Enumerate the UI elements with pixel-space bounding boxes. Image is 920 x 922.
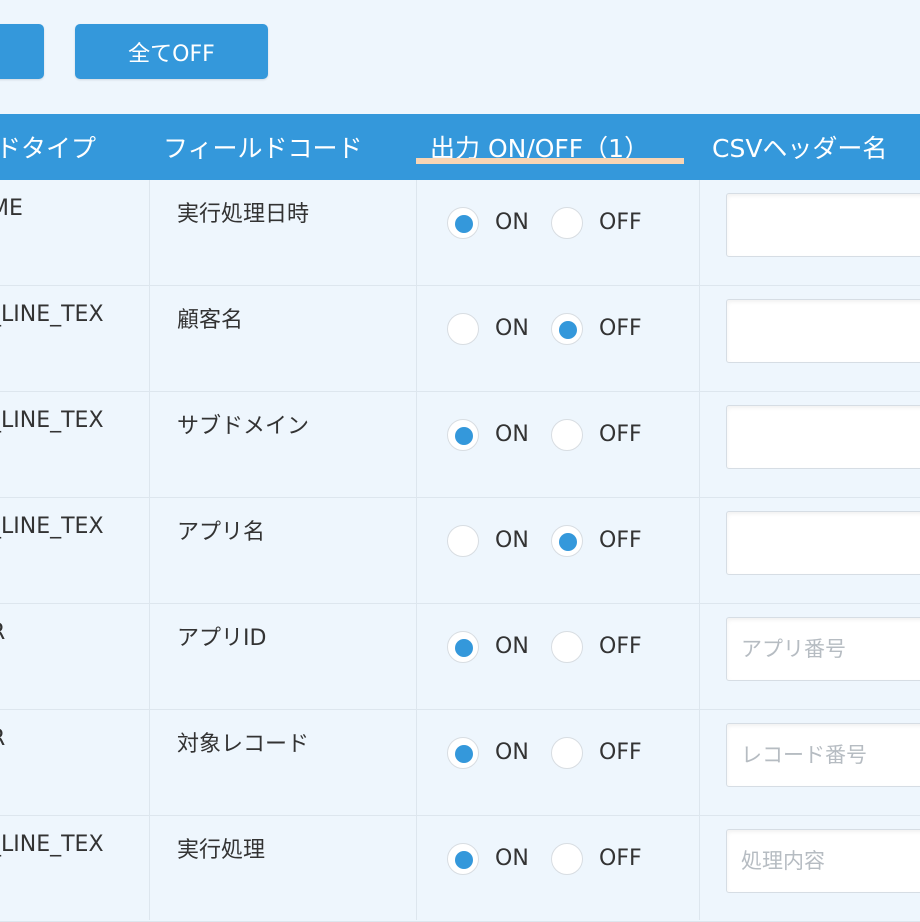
output-on-label[interactable]: ON: [495, 210, 529, 235]
csv-header-input[interactable]: [726, 193, 920, 257]
field-code-cell: サブドメイン: [177, 414, 310, 439]
csv-header-input[interactable]: [726, 617, 920, 681]
field-code-cell: 対象レコード: [177, 732, 310, 757]
output-on-label[interactable]: ON: [495, 740, 529, 765]
header-output-toggle: 出力 ON/OFF（1）: [430, 134, 650, 163]
table-row: R アプリID ON OFF: [0, 604, 920, 710]
output-on-radio[interactable]: [447, 207, 479, 239]
output-off-label[interactable]: OFF: [599, 634, 642, 659]
all-off-button[interactable]: 全てOFF: [75, 24, 268, 79]
field-table-body: ME 実行処理日時 ON OFF _LINE_TEX 顧客名 ON OFF _LINE_TEX サ…: [0, 180, 920, 922]
output-on-radio[interactable]: [447, 631, 479, 663]
output-off-label[interactable]: OFF: [599, 316, 642, 341]
active-column-underline: [416, 158, 684, 164]
field-type-cell: _LINE_TEX: [0, 832, 104, 857]
output-on-radio[interactable]: [447, 419, 479, 451]
table-row: _LINE_TEX 実行処理 ON OFF: [0, 816, 920, 922]
field-code-cell: 実行処理日時: [177, 202, 310, 227]
table-row: _LINE_TEX サブドメイン ON OFF: [0, 392, 920, 498]
output-off-radio[interactable]: [551, 843, 583, 875]
output-off-label[interactable]: OFF: [599, 846, 642, 871]
output-on-radio[interactable]: [447, 313, 479, 345]
csv-header-input[interactable]: [726, 511, 920, 575]
field-type-cell: _LINE_TEX: [0, 302, 104, 327]
output-on-label[interactable]: ON: [495, 422, 529, 447]
output-on-label[interactable]: ON: [495, 846, 529, 871]
output-on-radio[interactable]: [447, 525, 479, 557]
output-on-label[interactable]: ON: [495, 316, 529, 341]
header-field-code: フィールドコード: [163, 134, 363, 163]
field-type-cell: R: [0, 726, 5, 751]
header-field-type: ドタイプ: [0, 134, 97, 163]
output-off-radio[interactable]: [551, 313, 583, 345]
field-code-cell: 実行処理: [177, 838, 266, 863]
table-row: ME 実行処理日時 ON OFF: [0, 180, 920, 286]
output-off-radio[interactable]: [551, 631, 583, 663]
output-off-radio[interactable]: [551, 737, 583, 769]
field-code-cell: アプリ名: [177, 520, 266, 545]
table-row: _LINE_TEX アプリ名 ON OFF: [0, 498, 920, 604]
table-row: _LINE_TEX 顧客名 ON OFF: [0, 286, 920, 392]
csv-header-input[interactable]: [726, 723, 920, 787]
table-row: R 対象レコード ON OFF: [0, 710, 920, 816]
field-code-cell: アプリID: [177, 626, 267, 651]
field-type-cell: R: [0, 620, 5, 645]
table-header: ドタイプ フィールドコード 出力 ON/OFF（1） CSVヘッダー名: [0, 114, 920, 180]
csv-header-input[interactable]: [726, 299, 920, 363]
output-off-label[interactable]: OFF: [599, 528, 642, 553]
field-type-cell: _LINE_TEX: [0, 408, 104, 433]
header-csv-name: CSVヘッダー名: [712, 134, 888, 163]
all-on-button[interactable]: [0, 24, 44, 79]
output-on-label[interactable]: ON: [495, 528, 529, 553]
csv-header-input[interactable]: [726, 829, 920, 893]
output-on-radio[interactable]: [447, 737, 479, 769]
csv-header-input[interactable]: [726, 405, 920, 469]
output-on-label[interactable]: ON: [495, 634, 529, 659]
output-off-radio[interactable]: [551, 207, 583, 239]
field-code-cell: 顧客名: [177, 308, 244, 333]
output-off-label[interactable]: OFF: [599, 210, 642, 235]
output-on-radio[interactable]: [447, 843, 479, 875]
output-off-radio[interactable]: [551, 525, 583, 557]
output-off-label[interactable]: OFF: [599, 422, 642, 447]
field-type-cell: _LINE_TEX: [0, 514, 104, 539]
output-off-radio[interactable]: [551, 419, 583, 451]
field-type-cell: ME: [0, 196, 23, 221]
output-off-label[interactable]: OFF: [599, 740, 642, 765]
